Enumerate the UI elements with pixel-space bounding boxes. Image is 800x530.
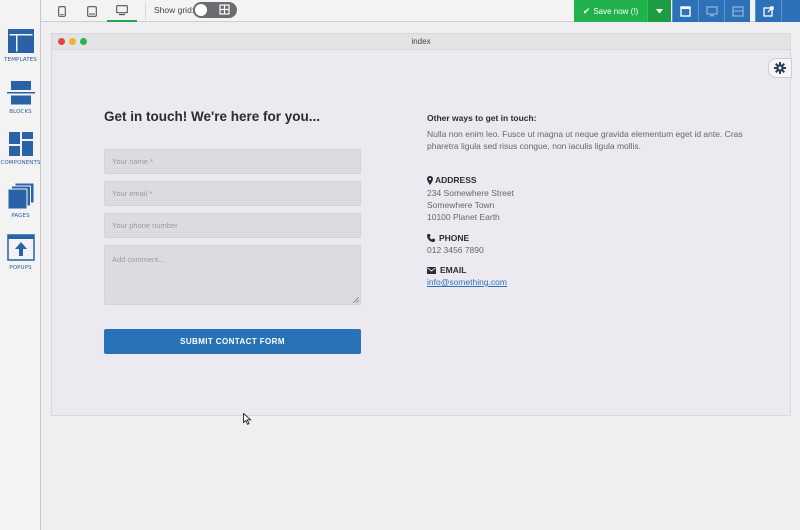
phone-number: 012 3456 7890 <box>427 245 484 255</box>
mobile-view-button[interactable] <box>47 0 77 22</box>
pages-icon <box>7 182 34 210</box>
map-marker-icon <box>427 175 433 185</box>
sidebar-item-popups[interactable]: POPUPS <box>0 234 41 271</box>
save-button[interactable]: ✔ Save now (!) <box>574 0 647 22</box>
other-ways-heading: Other ways to get in touch: <box>427 113 537 123</box>
phone-icon <box>427 234 435 242</box>
sidebar-item-label: TEMPLATES <box>4 57 37 63</box>
frame-title: index <box>411 37 431 46</box>
email-placeholder: Your email * <box>112 189 153 198</box>
more-button[interactable] <box>781 0 800 22</box>
other-ways-text: Nulla non enim leo. Fusce ut magna ut ne… <box>427 129 743 151</box>
sidebar-item-templates[interactable]: TEMPLATES <box>0 28 41 63</box>
email-heading: EMAIL <box>427 265 466 275</box>
sidebar-item-label: POPUPS <box>9 265 32 271</box>
address-line: 10100 Planet Earth <box>427 212 500 222</box>
envelope-icon <box>427 266 436 274</box>
page-settings-button[interactable] <box>724 0 750 22</box>
toggle-knob <box>195 4 207 16</box>
tablet-icon <box>87 5 97 17</box>
components-icon <box>8 132 33 156</box>
email-label: EMAIL <box>440 265 467 275</box>
name-input[interactable]: Your name * <box>104 149 361 174</box>
blocks-icon <box>6 81 35 105</box>
sidebar-item-label: PAGES <box>11 213 30 219</box>
comment-textarea[interactable]: Add comment... <box>104 245 361 305</box>
address-line: 234 Somewhere Street <box>427 188 514 198</box>
sidebar-item-blocks[interactable]: BLOCKS <box>0 80 41 115</box>
phone-heading: PHONE <box>427 233 469 243</box>
name-placeholder: Your name * <box>112 157 154 166</box>
sidebar-item-label: BLOCKS <box>9 109 32 115</box>
monitor-icon <box>705 5 718 16</box>
sidebar-item-components[interactable]: COMPONENTS <box>0 131 41 166</box>
show-grid-label: Show grid: <box>154 5 195 15</box>
submit-label: SUBMIT CONTACT FORM <box>180 337 285 346</box>
popups-icon <box>6 234 35 261</box>
sidebar: TEMPLATES BLOCKS COMPONENTS PAGES POPUPS <box>0 0 41 530</box>
submit-contact-form-button[interactable]: SUBMIT CONTACT FORM <box>104 329 361 354</box>
address-heading: ADDRESS <box>427 175 477 185</box>
phone-label: PHONE <box>439 233 470 243</box>
chevron-down-icon <box>656 8 663 13</box>
check-icon: ✔ <box>582 5 591 16</box>
mouse-pointer-icon <box>243 413 252 425</box>
code-view-button[interactable] <box>698 0 724 22</box>
email-link[interactable]: info@something.com <box>427 277 507 287</box>
save-button-label: Save now (!) <box>593 6 639 16</box>
page-builder-app: TEMPLATES BLOCKS COMPONENTS PAGES POPUPS… <box>0 0 800 530</box>
sidebar-item-pages[interactable]: PAGES <box>0 182 41 219</box>
gear-icon <box>774 62 786 74</box>
save-options-dropdown[interactable] <box>647 0 671 22</box>
tablet-view-button[interactable] <box>77 0 107 22</box>
window-icon <box>680 5 691 17</box>
preview-button[interactable] <box>672 0 698 22</box>
address-line: Somewhere Town <box>427 200 495 210</box>
frame-titlebar: index <box>52 34 790 50</box>
block-settings-button[interactable] <box>768 58 792 78</box>
phone-input[interactable]: Your phone number <box>104 213 361 238</box>
comment-placeholder: Add comment... <box>112 255 165 264</box>
grid-icon <box>219 4 230 15</box>
layout-icon <box>731 5 744 17</box>
sidebar-item-label: COMPONENTS <box>0 160 41 166</box>
export-button[interactable] <box>755 0 781 22</box>
form-heading: Get in touch! We're here for you... <box>104 109 320 124</box>
desktop-icon <box>116 4 128 15</box>
show-grid-toggle[interactable] <box>193 2 237 18</box>
desktop-view-button[interactable] <box>107 0 137 22</box>
resize-handle-icon[interactable] <box>353 297 359 303</box>
address-label: ADDRESS <box>435 175 477 185</box>
templates-icon <box>7 29 34 53</box>
mobile-icon <box>58 5 66 17</box>
top-toolbar: Show grid: ✔ Save now (!) <box>41 0 800 22</box>
email-input[interactable]: Your email * <box>104 181 361 206</box>
phone-placeholder: Your phone number <box>112 221 178 230</box>
toolbar-divider <box>145 3 146 19</box>
external-link-icon <box>763 5 774 17</box>
